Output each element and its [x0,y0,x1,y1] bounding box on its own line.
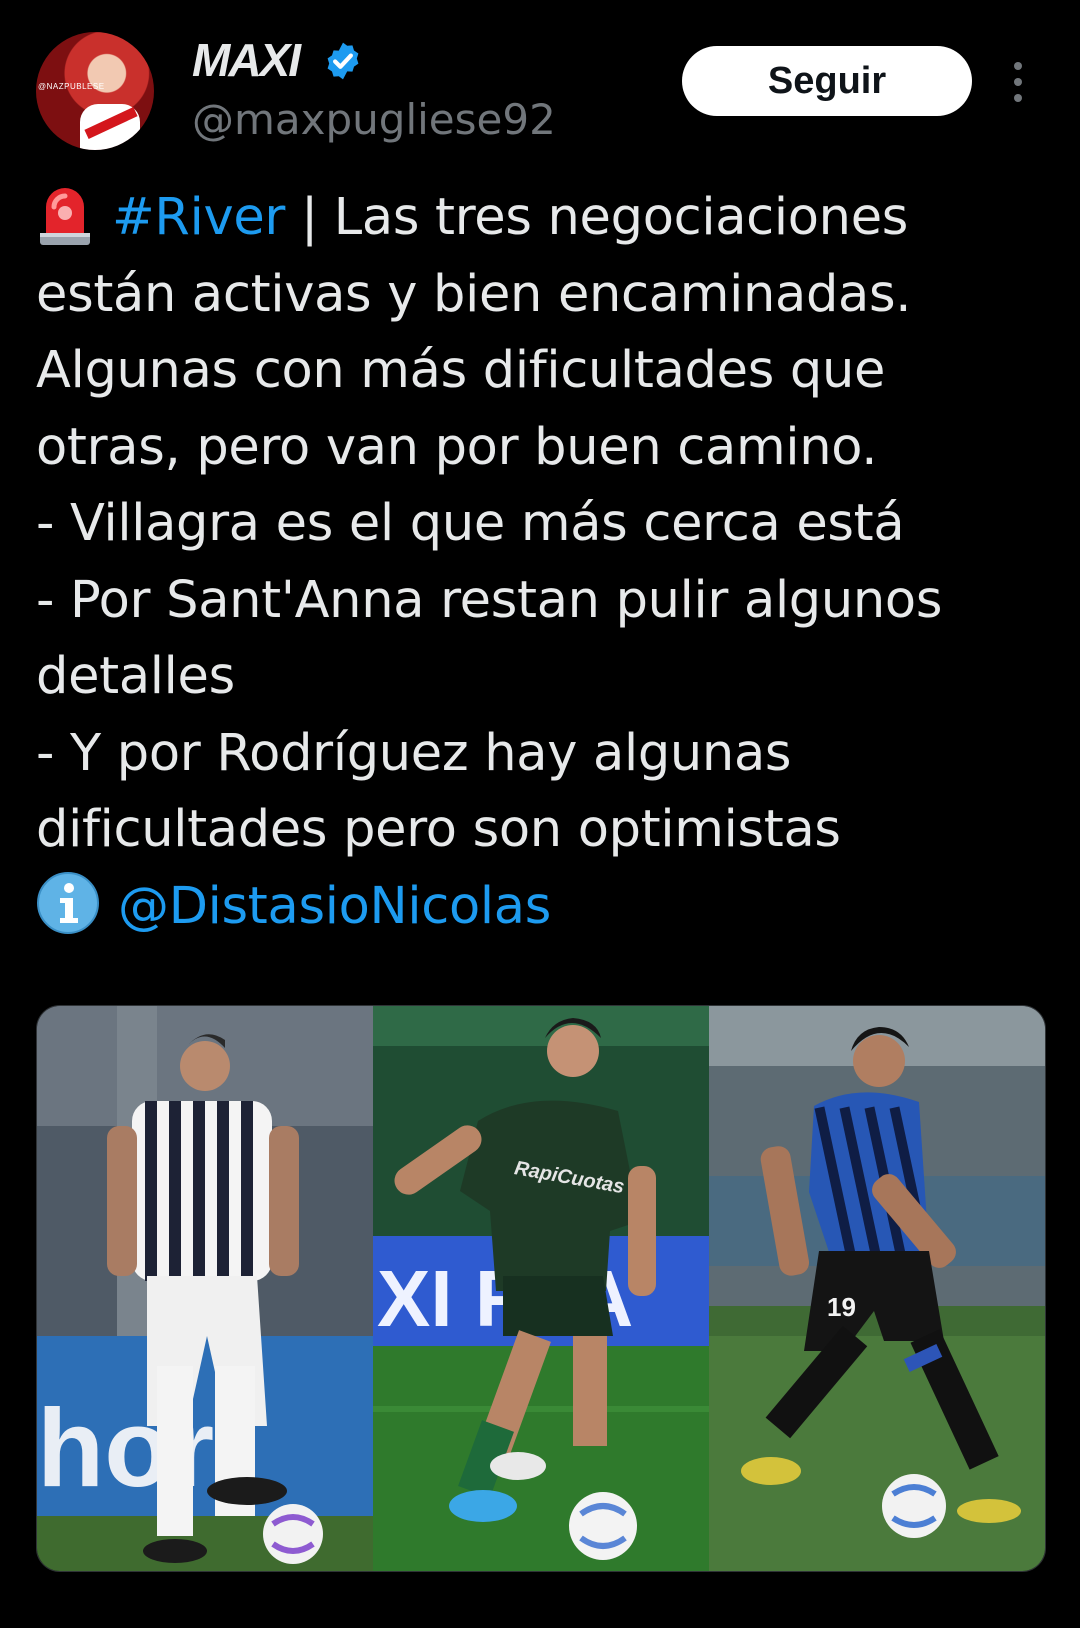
tweet-line: detalles [36,647,235,706]
verified-badge-icon [327,42,359,80]
hashtag-link[interactable]: #River [112,188,285,247]
media-photo-2[interactable]: XI RTA RapiCuotas [373,1006,709,1571]
more-vertical-icon[interactable] [1010,62,1026,102]
follow-button[interactable]: Seguir [682,46,972,116]
author-name[interactable]: MAXI [192,32,301,88]
tweet-line: @DistasioNicolas [36,869,1056,946]
tweet-line: - Y por Rodríguez hay algunas [36,723,792,783]
tweet-text: #River | Las tres negociaciones están ac… [36,180,1056,945]
tweet-line: otras, pero van por buen camino. [36,417,878,477]
author-handle[interactable]: @maxpugliese92 [192,92,556,148]
photo-3-jersey-number: 19 [827,1292,856,1322]
tweet-line: #River | Las tres negociaciones [36,180,1056,257]
media-photo-3[interactable]: 19 [709,1006,1045,1571]
police-light-emoji [40,188,90,245]
tweet-line: Algunas con más dificultades que [36,341,886,400]
photo-1-illustration: hor [37,1006,373,1571]
author-avatar[interactable]: @NAZPUBLESE [36,32,154,150]
tweet-line: - Por Sant'Anna restan pulir algunos [36,570,943,630]
more-dot [1014,78,1022,86]
media-photo-1[interactable]: hor [37,1006,373,1571]
tweet-line-text: | Las tres negociaciones [285,188,909,247]
photo-3-illustration: 19 [709,1006,1045,1571]
more-dot [1014,62,1022,70]
information-emoji [37,871,99,934]
photo-2-illustration: XI RTA RapiCuotas [373,1006,709,1571]
tweet-line: están activas y bien encaminadas. [36,264,912,324]
mention-link[interactable]: @DistasioNicolas [118,877,551,936]
tweet-line: - Villagra es el que más cerca está [36,494,905,553]
avatar-tag: @NAZPUBLESE [38,82,105,91]
more-dot [1014,94,1022,102]
tweet-media[interactable]: hor XI RapiCuotas 19 [36,1005,1046,1572]
tweet-line: dificultades pero son optimistas [36,800,841,859]
